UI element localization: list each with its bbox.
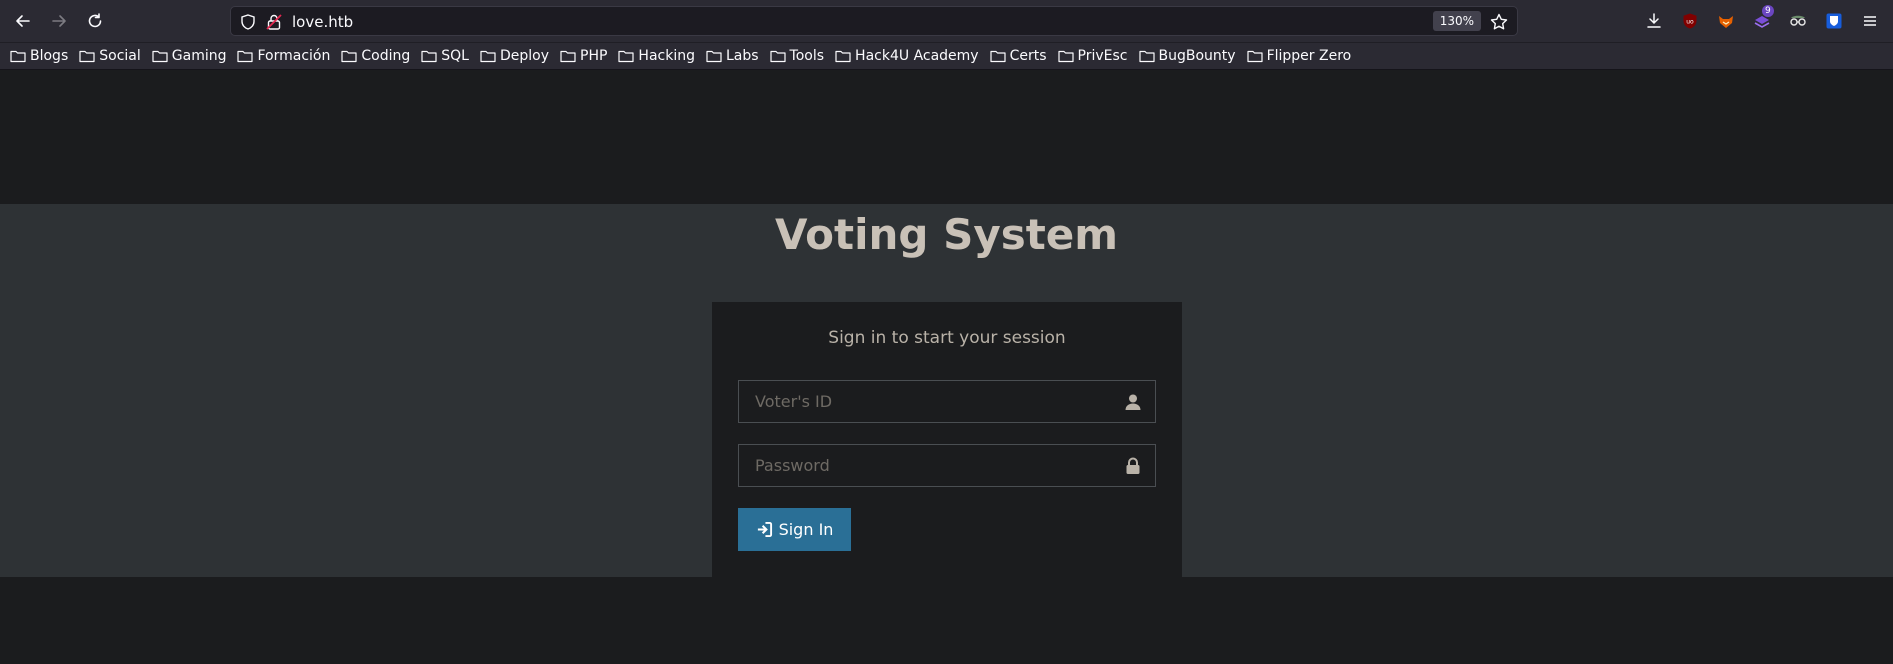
voter-id-field[interactable] [738, 380, 1156, 423]
bookmark-folder[interactable]: Social [79, 48, 141, 64]
back-button[interactable] [9, 8, 37, 34]
folder-icon [341, 50, 357, 63]
bitwarden-extension-button[interactable] [1823, 10, 1845, 32]
folder-icon [1138, 50, 1155, 63]
folder-icon [835, 50, 851, 63]
bookmark-folder[interactable]: Blogs [10, 48, 68, 64]
downloads-button[interactable] [1643, 10, 1665, 32]
bookmark-label: Coding [361, 48, 411, 64]
download-icon [1647, 13, 1661, 28]
bookmark-folder[interactable]: Labs [706, 48, 759, 64]
bookmark-folder[interactable]: Tools [769, 48, 825, 64]
ublock-origin-icon: uo [1683, 13, 1697, 29]
bookmark-label: Deploy [499, 48, 549, 64]
extension-count-badge: 9 [1762, 5, 1774, 17]
bookmark-folder[interactable]: Coding [341, 48, 410, 64]
folder-icon [1057, 50, 1074, 63]
bookmark-label: Hack4U Academy [855, 48, 979, 64]
bookmark-folder[interactable]: Formación [237, 48, 330, 64]
bookmark-label: Blogs [30, 48, 69, 64]
password-field[interactable] [738, 444, 1156, 487]
bookmarks-bar: Blogs Social Gaming Formación Coding SQL Deplo… [0, 43, 1893, 70]
folder-icon [560, 50, 576, 63]
folder-icon [421, 50, 437, 63]
folder-icon [79, 50, 95, 63]
browser-toolbar: love.htb 130% uo 9 [0, 0, 1893, 43]
voter-id-input[interactable] [739, 381, 1109, 422]
login-box-message: Sign in to start your session [828, 328, 1066, 348]
arrow-right-icon [52, 15, 66, 27]
folder-icon [237, 50, 254, 63]
bookmark-folder[interactable]: Hacking [618, 48, 695, 64]
user-icon [1125, 394, 1141, 410]
folder-icon [480, 50, 496, 63]
folder-icon [618, 50, 635, 63]
sign-in-button[interactable]: Sign In [738, 508, 851, 551]
reload-button[interactable] [81, 8, 109, 34]
sign-in-icon [757, 521, 772, 538]
bookmark-folder[interactable]: PHP [560, 48, 607, 64]
folder-icon [989, 50, 1006, 63]
bookmark-folder[interactable]: Deploy [480, 48, 549, 64]
bookmark-label: Certs [1009, 48, 1047, 64]
folder-icon [10, 50, 26, 63]
sign-in-label: Sign In [778, 520, 834, 539]
insecure-lock-icon[interactable] [265, 13, 283, 31]
bookmark-label: Hacking [638, 48, 695, 64]
page-title: Voting System [774, 210, 1119, 259]
bookmark-label: SQL [441, 48, 469, 64]
spy-glasses-icon [1790, 15, 1806, 26]
bookmark-label: PrivEsc [1077, 48, 1128, 64]
hamburger-menu-icon [1864, 16, 1876, 26]
cookie-editor-extension-button[interactable] [1787, 10, 1809, 32]
bookmark-label: Tools [789, 48, 825, 64]
page-top-area [0, 71, 1893, 204]
bookmark-label: PHP [580, 48, 608, 64]
folder-icon [706, 50, 722, 63]
bookmark-folder[interactable]: BugBounty [1138, 48, 1236, 64]
zoom-level-badge[interactable]: 130% [1432, 11, 1481, 31]
wappalyzer-extension-button[interactable]: 9 [1751, 5, 1774, 32]
reload-icon [88, 13, 102, 28]
folder-icon [1246, 50, 1263, 63]
bookmark-label: BugBounty [1158, 48, 1236, 64]
bookmark-folder[interactable]: Certs [989, 48, 1047, 64]
page-bottom-area [0, 577, 1893, 664]
url-text[interactable]: love.htb [292, 13, 353, 31]
foxyproxy-extension-button[interactable] [1715, 10, 1737, 32]
bookmark-star-icon[interactable] [1489, 12, 1509, 32]
fox-icon [1719, 16, 1733, 28]
shield-icon[interactable] [239, 13, 257, 31]
bookmark-folder[interactable]: Hack4U Academy [835, 48, 979, 64]
login-box: Sign in to start your session Sign In [712, 302, 1182, 577]
bookmark-folder[interactable]: Gaming [152, 48, 227, 64]
bookmark-label: Labs [725, 48, 759, 64]
bookmark-label: Social [99, 48, 141, 64]
forward-button[interactable] [45, 8, 73, 34]
arrow-left-icon [16, 15, 30, 27]
bookmark-label: Gaming [171, 48, 227, 64]
bookmark-folder[interactable]: PrivEsc [1057, 48, 1128, 64]
bitwarden-shield-icon [1826, 13, 1842, 29]
bookmark-folder[interactable]: Flipper Zero [1246, 48, 1352, 64]
bookmark-folder[interactable]: SQL [421, 48, 469, 64]
app-menu-button[interactable] [1859, 10, 1881, 32]
bookmark-label: Flipper Zero [1266, 48, 1352, 64]
password-input[interactable] [739, 445, 1109, 486]
svg-text:uo: uo [1686, 19, 1694, 26]
folder-icon [769, 50, 786, 63]
bookmark-label: Formación [257, 48, 331, 64]
ublock-extension-button[interactable]: uo [1679, 10, 1701, 32]
folder-icon [152, 50, 168, 63]
url-bar[interactable]: love.htb 130% [230, 6, 1518, 36]
lock-icon [1126, 457, 1140, 474]
